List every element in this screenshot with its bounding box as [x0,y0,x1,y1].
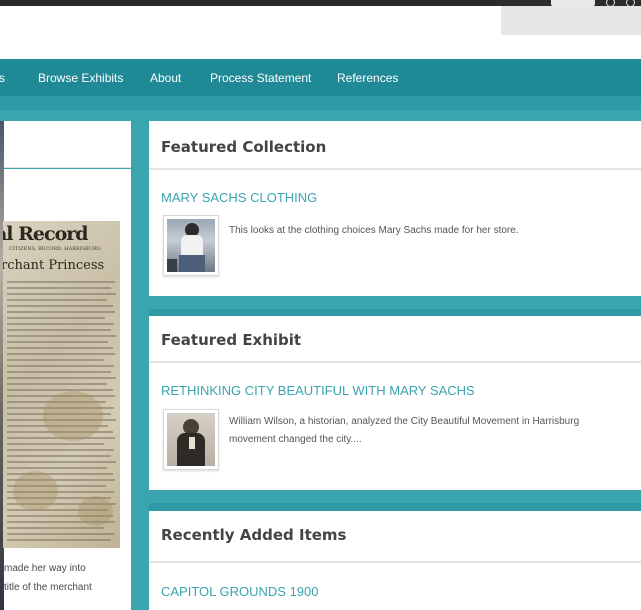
rethinking-city-beautiful-description: William Wilson, a historian, analyzed th… [229,413,641,449]
left-panel-caption: made her way into title of the merchant [4,559,129,597]
mary-sachs-clothing-link[interactable]: MARY SACHS CLOTHING [161,190,317,205]
newspaper-headline: rchant Princess [3,258,105,273]
mary-sachs-clothing-thumbnail[interactable] [163,215,219,276]
nav-item-partial[interactable]: s [0,71,5,85]
site-header [0,6,641,59]
card-divider [149,561,641,563]
mary-sachs-clothing-description: This looks at the clothing choices Mary … [229,225,519,236]
nav-item-about[interactable]: About [150,71,181,85]
caption-line: title of the merchant [4,582,92,593]
featured-collection-card: Featured Collection MARY SACHS CLOTHING … [149,121,641,296]
recently-added-items-card: Recently Added Items CAPITOL GROUNDS 190… [149,511,641,610]
card-separator [149,503,641,511]
newspaper-clipping-image[interactable]: al Record CITIZENS, RECORD, HARRISBURG r… [3,221,120,548]
nav-item-browse-exhibits[interactable]: Browse Exhibits [38,71,123,85]
search-input[interactable] [501,6,641,35]
featured-exhibit-heading: Featured Exhibit [161,331,302,349]
browser-page: s Browse Exhibits About Process Statemen… [0,0,641,610]
caption-line: made her way into [4,563,86,574]
description-line: William Wilson, a historian, analyzed th… [229,416,580,427]
capitol-grounds-1900-link[interactable]: CAPITOL GROUNDS 1900 [161,584,319,599]
nav-shadow [0,96,641,110]
card-divider [149,168,641,170]
featured-exhibit-card: Featured Exhibit RETHINKING CITY BEAUTIF… [149,316,641,490]
card-divider [149,361,641,363]
rethinking-city-beautiful-thumbnail[interactable] [163,409,219,470]
rethinking-city-beautiful-link[interactable]: RETHINKING CITY BEAUTIFUL WITH MARY SACH… [161,383,475,398]
left-panel-header [0,121,131,168]
main-navigation: s Browse Exhibits About Process Statemen… [0,59,641,96]
featured-collection-heading: Featured Collection [161,138,327,156]
nav-item-references[interactable]: References [337,71,398,85]
newspaper-subline: CITIZENS, RECORD, HARRISBURG [9,246,101,252]
nav-item-process-statement[interactable]: Process Statement [210,71,311,85]
recently-added-items-heading: Recently Added Items [161,526,347,544]
newspaper-masthead: al Record [3,223,89,245]
description-line: movement changed the city.... [229,434,362,445]
